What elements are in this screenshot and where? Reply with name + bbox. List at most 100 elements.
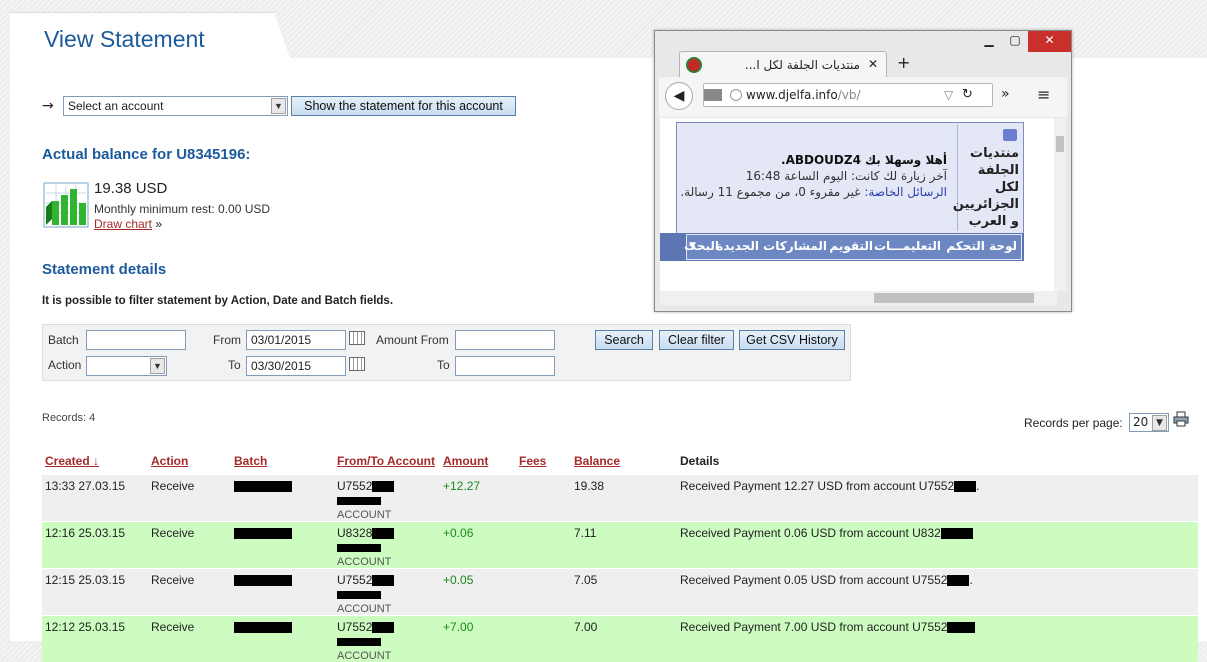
pm-text: غير مقروء 0، من مجموع 11 رسالة.	[680, 185, 861, 199]
account-subtitle: ACCOUNT	[337, 650, 392, 662]
nav-calendar[interactable]: التقويم	[829, 239, 873, 253]
chevron-down-icon[interactable]: ▼	[689, 241, 696, 251]
browser-tab[interactable]: منتديات الجلفة لكل ا... ✕	[679, 51, 887, 77]
redacted-account	[372, 622, 395, 634]
redacted-details	[947, 622, 976, 634]
minimize-icon[interactable]: ▁	[976, 31, 1002, 52]
details-column-header: Details	[680, 454, 720, 468]
action-column-header[interactable]: Action	[148, 452, 231, 474]
account-id: U7552	[337, 479, 373, 493]
calendar-icon[interactable]	[349, 331, 365, 345]
created-column-header[interactable]: Created ↓	[42, 452, 148, 474]
created-cell: 12:16 25.03.15	[42, 521, 148, 568]
chart-icon	[42, 181, 90, 229]
account-id: U7552	[337, 573, 373, 587]
arrow-icon: →	[42, 98, 54, 114]
calendar-icon[interactable]	[349, 357, 365, 371]
horizontal-scrollbar[interactable]	[660, 291, 1057, 305]
csv-history-button[interactable]: Get CSV History	[739, 330, 845, 350]
records-per-page-select[interactable]: 20 ▼	[1129, 413, 1169, 432]
action-select[interactable]: ▼	[86, 356, 167, 376]
overflow-icon[interactable]: »	[1001, 86, 1010, 102]
amount-from-input[interactable]	[455, 330, 555, 350]
account-column-header[interactable]: From/To Account	[334, 452, 440, 474]
redacted-batch	[234, 528, 292, 540]
redacted-account-name	[337, 590, 381, 599]
print-icon[interactable]	[1173, 411, 1189, 427]
account-cell: U7552 ACCOUNT	[334, 615, 440, 662]
records-per-page-value: 20	[1133, 415, 1149, 429]
table-header-row: Created ↓ Action Batch From/To Account A…	[42, 452, 1198, 474]
new-tab-icon[interactable]: +	[897, 53, 910, 72]
show-statement-button[interactable]: Show the statement for this account	[291, 96, 516, 116]
redacted-details	[954, 481, 977, 493]
batch-cell	[231, 615, 334, 662]
scrollbar-thumb[interactable]	[1056, 136, 1064, 152]
tab-close-icon[interactable]: ✕	[868, 57, 878, 71]
pm-link[interactable]: الرسائل الخاصة:	[864, 185, 947, 199]
table-row: 12:16 25.03.15 Receive U8328 ACCOUNT +0.…	[42, 521, 1198, 568]
dropdown-icon[interactable]: ▽	[944, 88, 953, 102]
amount-to-input[interactable]	[455, 356, 555, 376]
url-bar[interactable]: www.djelfa.info/vb/ ▽ ↻	[703, 83, 993, 107]
identity-icon	[704, 89, 722, 101]
batch-input[interactable]	[86, 330, 186, 350]
vertical-scrollbar[interactable]	[1054, 118, 1066, 291]
batch-column-header[interactable]: Batch	[231, 452, 334, 474]
search-button[interactable]: Search	[595, 330, 653, 350]
balance-cell: 19.38	[571, 474, 677, 521]
redacted-batch	[234, 575, 292, 587]
details-cell: Received Payment 12.27 USD from account …	[677, 474, 1198, 521]
reload-icon[interactable]: ↻	[962, 87, 973, 102]
back-icon[interactable]: ◀	[665, 82, 693, 110]
redacted-details	[947, 575, 970, 587]
filter-panel: Batch Action ▼ From 03/01/2015 To 03/30/…	[42, 324, 851, 381]
account-select[interactable]: Select an account ▼	[63, 96, 288, 116]
fees-column-header[interactable]: Fees	[516, 452, 571, 474]
scrollbar-thumb[interactable]	[874, 293, 1034, 303]
amount-to-label: To	[437, 358, 450, 372]
table-row: 13:33 27.03.15 Receive U7552 ACCOUNT +12…	[42, 474, 1198, 521]
balance-cell: 7.05	[571, 568, 677, 615]
account-select-value: Select an account	[68, 99, 164, 113]
close-icon[interactable]: ✕	[1028, 31, 1071, 52]
balance-heading: Actual balance for U8345196:	[42, 146, 251, 163]
redacted-details	[940, 528, 973, 540]
account-subtitle: ACCOUNT	[337, 556, 392, 568]
tab-title: منتديات الجلفة لكل ا...	[744, 58, 860, 72]
created-cell: 13:33 27.03.15	[42, 474, 148, 521]
to-label: To	[228, 358, 241, 372]
amount-cell: +7.00	[440, 615, 516, 662]
chevron-down-icon[interactable]: ▼	[1152, 415, 1167, 431]
nav-new-posts[interactable]: المشاركات الجديدة	[716, 239, 827, 253]
nav-faq[interactable]: التعليمـــات	[874, 239, 941, 253]
records-per-page-label: Records per page:	[1024, 416, 1123, 430]
globe-icon	[730, 89, 742, 101]
account-id: U8328	[337, 526, 373, 540]
last-visit-text: آخر زيارة لك كانت: اليوم الساعة 16:48	[745, 169, 947, 183]
nav-control-panel[interactable]: لوحة التحكم	[946, 239, 1017, 253]
forum-name: منتديات الجلفة لكل الجزائريين و العرب	[952, 146, 1019, 229]
fees-cell	[516, 568, 571, 615]
amount-column-header[interactable]: Amount	[440, 452, 516, 474]
action-cell: Receive	[148, 615, 231, 662]
chevron-down-icon[interactable]: ▼	[271, 98, 286, 114]
account-cell: U7552 ACCOUNT	[334, 474, 440, 521]
account-cell: U8328 ACCOUNT	[334, 521, 440, 568]
details-end: .	[969, 573, 973, 587]
to-date-input[interactable]: 03/30/2015	[246, 356, 346, 376]
fees-cell	[516, 474, 571, 521]
account-cell: U7552 ACCOUNT	[334, 568, 440, 615]
amount-from-label: Amount From	[376, 333, 449, 347]
balance-column-header[interactable]: Balance	[571, 452, 677, 474]
menu-icon[interactable]: ≡	[1037, 85, 1053, 104]
maximize-icon[interactable]: ▢	[1002, 31, 1028, 52]
clear-filter-button[interactable]: Clear filter	[659, 330, 734, 350]
balance-cell: 7.00	[571, 615, 677, 662]
from-date-input[interactable]: 03/01/2015	[246, 330, 346, 350]
statement-details-heading: Statement details	[42, 261, 167, 278]
chevron-down-icon[interactable]: ▼	[150, 358, 165, 374]
site-favicon-icon	[686, 57, 702, 73]
details-text: Received Payment 12.27 USD from account …	[680, 479, 955, 493]
draw-chart-link[interactable]: Draw chart	[94, 217, 152, 231]
